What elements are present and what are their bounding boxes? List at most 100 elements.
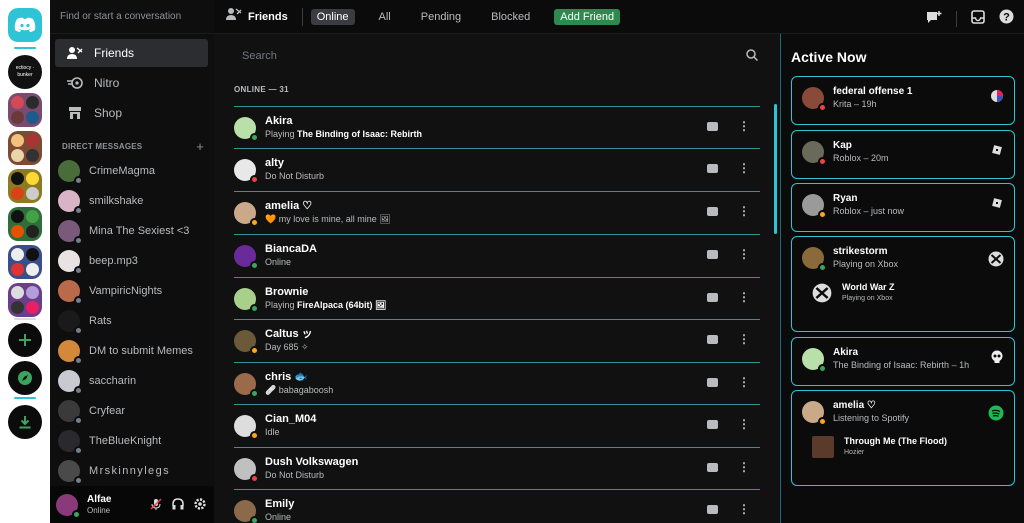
friend-row[interactable]: Emily Online ⋮ [234, 489, 760, 523]
message-icon[interactable] [707, 377, 718, 387]
activity-card[interactable]: Akira The Binding of Isaac: Rebirth – 1h [791, 337, 1015, 386]
home-button[interactable] [8, 8, 42, 42]
avatar [58, 370, 83, 395]
friend-row[interactable]: Akira Playing The Binding of Isaac: Rebir… [234, 106, 760, 148]
activity-detail: Krita – 19h [833, 99, 877, 109]
dm-name: Rats [89, 315, 112, 327]
friend-status-text: 🩹 babagaboosh [265, 385, 334, 395]
new-group-dm-icon[interactable] [926, 10, 942, 29]
more-options-icon[interactable]: ⋮ [738, 205, 750, 217]
more-options-icon[interactable]: ⋮ [738, 162, 750, 174]
friend-row[interactable]: Cian_M04 Idle ⋮ [234, 404, 760, 446]
friend-name: chris 🐟 [265, 371, 309, 383]
find-conversation-input[interactable]: Find or start a conversation [50, 0, 214, 34]
friend-row[interactable]: Brownie Playing FireAlpaca (64bit) 🖼 ⋮ [234, 277, 760, 319]
dm-item[interactable]: Cryfear [58, 397, 208, 425]
headphones-icon[interactable] [172, 498, 184, 513]
more-options-icon[interactable]: ⋮ [738, 333, 750, 345]
friend-status-text: Day 685 ✧ [265, 342, 309, 352]
friend-row[interactable]: Dush Volkswagen Do Not Disturb ⋮ [234, 447, 760, 489]
message-icon[interactable] [707, 292, 718, 302]
message-icon[interactable] [707, 249, 718, 259]
message-icon[interactable] [707, 504, 718, 514]
nav-shop[interactable]: Shop [55, 99, 208, 127]
friend-status-text: 🧡 my love is mine, all mine 🖼 [265, 214, 391, 224]
svg-text:?: ? [1003, 12, 1010, 24]
activity-card[interactable]: amelia ♡ Listening to Spotify Through Me … [791, 390, 1015, 486]
tab-pending[interactable]: Pending [415, 9, 467, 25]
dm-item[interactable]: TheBlueKnight [58, 427, 208, 455]
create-dm-plus-icon[interactable]: + [196, 139, 204, 154]
add-friend-button[interactable]: Add Friend [554, 8, 621, 25]
dm-name: saccharin [89, 375, 137, 387]
server-folder[interactable] [8, 283, 42, 317]
server-folder[interactable] [8, 207, 42, 241]
nav-label: Friends [94, 46, 135, 60]
active-now-title: Active Now [791, 49, 867, 65]
help-icon[interactable]: ? [999, 9, 1014, 29]
avatar [802, 87, 827, 112]
activity-user: federal offense 1 [833, 86, 913, 97]
avatar [802, 141, 827, 166]
server-icon[interactable]: ectiocy · bunker [8, 55, 42, 89]
add-server-button[interactable] [8, 323, 42, 357]
server-folder[interactable] [8, 131, 42, 165]
message-icon[interactable] [707, 334, 718, 344]
friend-row[interactable]: Caltus ッ Day 685 ✧ ⋮ [234, 319, 760, 361]
friend-row[interactable]: alty Do Not Disturb ⋮ [234, 148, 760, 190]
nav-nitro[interactable]: Nitro [55, 69, 208, 97]
message-icon[interactable] [707, 121, 718, 131]
tab-all[interactable]: All [373, 9, 397, 25]
activity-card[interactable]: Kap Roblox – 20m [791, 130, 1015, 179]
friends-search-input[interactable]: Search [234, 42, 762, 70]
activity-card[interactable]: Ryan Roblox – just now [791, 183, 1015, 232]
tab-blocked[interactable]: Blocked [485, 9, 536, 25]
more-options-icon[interactable]: ⋮ [738, 503, 750, 515]
top-bar: Friends Online All Pending Blocked Add F… [214, 0, 1024, 34]
nav-friends[interactable]: Friends [55, 39, 208, 67]
server-folder[interactable] [8, 245, 42, 279]
more-options-icon[interactable]: ⋮ [738, 376, 750, 388]
dm-header-label: DIRECT MESSAGES [62, 142, 143, 151]
more-options-icon[interactable]: ⋮ [738, 248, 750, 260]
server-folder[interactable] [8, 93, 42, 127]
settings-gear-icon[interactable] [194, 498, 206, 513]
dm-item[interactable]: Rats [58, 307, 208, 335]
avatar [234, 244, 259, 270]
dm-item[interactable]: beep.mp3 [58, 247, 208, 275]
mute-microphone-icon[interactable] [150, 498, 162, 513]
user-avatar[interactable] [56, 493, 81, 519]
server-folder[interactable] [8, 169, 42, 203]
friend-row[interactable]: BiancaDA Online ⋮ [234, 234, 760, 276]
explore-servers-button[interactable] [8, 361, 42, 395]
avatar [234, 414, 259, 440]
inbox-icon[interactable] [971, 9, 985, 29]
message-icon[interactable] [707, 163, 718, 173]
friend-row[interactable]: amelia ♡ 🧡 my love is mine, all mine 🖼 ⋮ [234, 191, 760, 233]
dm-item[interactable]: VampiricNights [58, 277, 208, 305]
dm-item[interactable]: Mrskinnylegs [58, 457, 208, 485]
dm-item[interactable]: DM to submit Memes [58, 337, 208, 365]
search-placeholder: Find or start a conversation [60, 11, 182, 22]
friend-row[interactable]: chris 🐟 🩹 babagaboosh ⋮ [234, 362, 760, 404]
message-icon[interactable] [707, 206, 718, 216]
avatar [234, 457, 259, 483]
discord-window: ectiocy · bunker Find or start a convers… [0, 0, 1024, 523]
dm-item[interactable]: saccharin [58, 367, 208, 395]
activity-card[interactable]: federal offense 1 Krita – 19h [791, 76, 1015, 125]
more-options-icon[interactable]: ⋮ [738, 120, 750, 132]
plus-icon [19, 334, 31, 346]
tab-online[interactable]: Online [310, 8, 355, 25]
message-icon[interactable] [707, 462, 718, 472]
activity-card[interactable]: strikestorm Playing on Xbox World War Z Pl… [791, 236, 1015, 332]
dm-item[interactable]: Mina The Sexiest <3 [58, 217, 208, 245]
scrollbar-thumb[interactable] [774, 104, 777, 234]
download-apps-button[interactable] [8, 405, 42, 439]
dm-item[interactable]: CrimeMagma [58, 157, 208, 185]
more-options-icon[interactable]: ⋮ [738, 418, 750, 430]
dm-item[interactable]: smilkshake [58, 187, 208, 215]
more-options-icon[interactable]: ⋮ [738, 291, 750, 303]
message-icon[interactable] [707, 419, 718, 429]
avatar [58, 310, 83, 335]
more-options-icon[interactable]: ⋮ [738, 461, 750, 473]
